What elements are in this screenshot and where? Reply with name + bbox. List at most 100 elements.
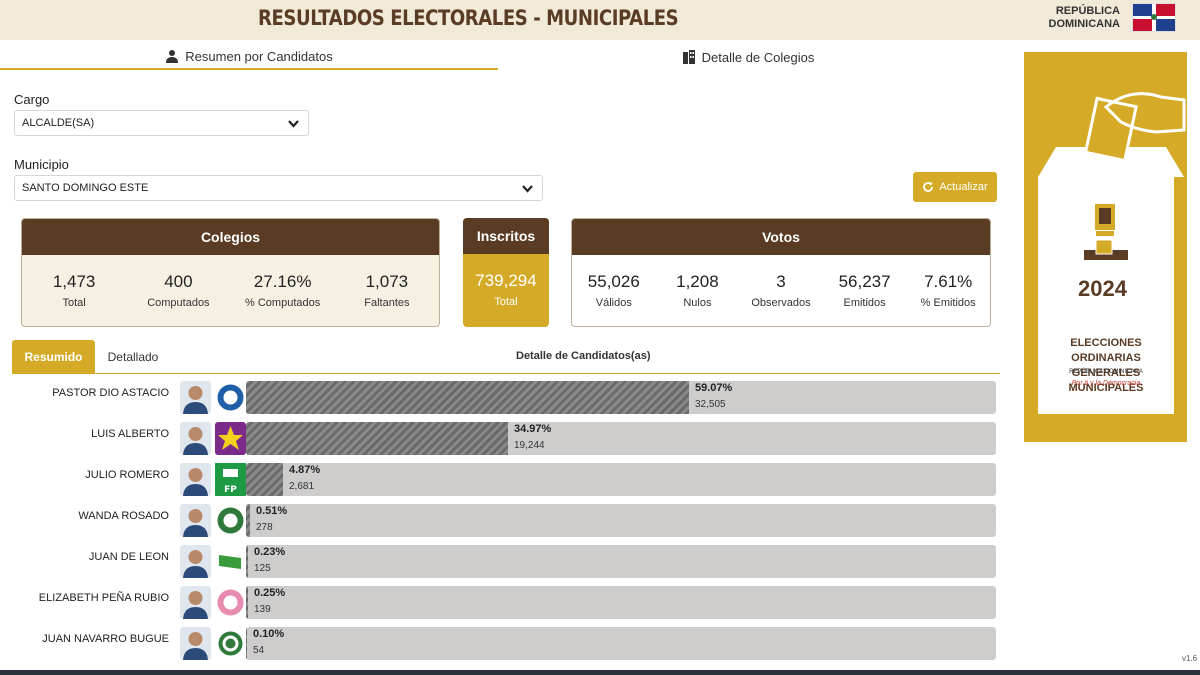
result-bar-track: 34.97% 19,244 bbox=[246, 422, 996, 455]
detalle-candidatos-title: Detalle de Candidatos(as) bbox=[516, 350, 651, 362]
party-circle-icon bbox=[215, 381, 246, 414]
candidate-name: ELIZABETH PEÑA RUBIO bbox=[38, 592, 169, 604]
tab-label: Detalle de Colegios bbox=[701, 49, 815, 65]
banner-country: REPÚBLICA DOMINICANA bbox=[1069, 369, 1143, 375]
colegios-faltantes: 1,073 Faltantes bbox=[364, 272, 410, 309]
cargo-value: ALCALDE(SA) bbox=[22, 117, 95, 129]
colegios-pct-computados: 27.16%% Computados bbox=[245, 272, 321, 309]
ballot-icon bbox=[1084, 240, 1128, 260]
candidate-name: WANDA ROSADO bbox=[78, 510, 169, 522]
candidate-row: LUIS ALBERTO 34.97% 19,244 bbox=[0, 422, 1000, 458]
municipio-select[interactable]: SANTO DOMINGO ESTE bbox=[14, 175, 543, 201]
candidate-photo bbox=[180, 381, 211, 414]
building-icon bbox=[682, 50, 695, 64]
jce-emblem-icon bbox=[1095, 204, 1115, 236]
chevron-down-icon bbox=[522, 185, 533, 193]
party-circle-icon bbox=[215, 586, 246, 619]
result-bar-fill bbox=[246, 627, 247, 660]
candidate-photo bbox=[180, 545, 211, 578]
candidate-row: ELIZABETH PEÑA RUBIO 0.25% 139 bbox=[0, 586, 1000, 622]
candidate-photo bbox=[180, 627, 211, 660]
result-bar-track: 0.10% 54 bbox=[246, 627, 996, 660]
colegios-total: 1,473 Total bbox=[52, 272, 96, 309]
candidate-photo bbox=[180, 504, 211, 537]
candidate-name: JULIO ROMERO bbox=[85, 469, 169, 481]
tab-label: Resumen por Candidatos bbox=[185, 48, 333, 64]
tab-detallado[interactable]: Detallado bbox=[97, 340, 169, 373]
result-bar-fill bbox=[246, 422, 508, 455]
result-bar-track: 4.87% 2,681 bbox=[246, 463, 996, 496]
result-bar-track: 59.07% 32,505 bbox=[246, 381, 996, 414]
result-votes: 19,244 bbox=[514, 440, 545, 451]
result-percent: 0.23% bbox=[254, 546, 286, 558]
inscritos-card: Inscritos 739,294 Total bbox=[463, 218, 549, 327]
result-percent: 0.25% bbox=[254, 587, 286, 599]
banner-title: ELECCIONES ORDINARIAS GENERALES MUNICIPA… bbox=[1068, 337, 1144, 394]
person-icon bbox=[166, 50, 179, 63]
version-label: v1.6 bbox=[1182, 654, 1198, 663]
votos-card: Votos 55,026 Válidos 1,208 Nulos 3 Observad… bbox=[571, 218, 991, 327]
ballot-box-hand-icon bbox=[1038, 92, 1186, 177]
result-bar-fill bbox=[246, 504, 250, 537]
candidate-row: JUAN DE LEON 0.23% 125 bbox=[0, 545, 1000, 581]
result-votes: 125 bbox=[254, 563, 271, 574]
result-bar-fill bbox=[246, 381, 689, 414]
candidate-name: PASTOR DIO ASTACIO bbox=[52, 387, 169, 399]
candidate-name: JUAN NAVARRO BUGUE bbox=[42, 633, 169, 645]
colegios-title: Colegios bbox=[22, 219, 439, 255]
colegios-computados: 400 Computados bbox=[147, 272, 210, 309]
votos-title: Votos bbox=[572, 219, 990, 255]
actualizar-button[interactable]: Actualizar bbox=[913, 172, 997, 202]
result-percent: 0.10% bbox=[253, 628, 285, 640]
banner-ballot-box: 2024 ELECCIONES ORDINARIAS GENERALES MUN… bbox=[1038, 176, 1174, 414]
result-votes: 139 bbox=[254, 604, 271, 615]
tab-resumido[interactable]: Resumido bbox=[12, 340, 95, 373]
result-votes: 2,681 bbox=[289, 481, 315, 492]
result-bar-track: 0.23% 125 bbox=[246, 545, 996, 578]
page-title: RESULTADOS ELECTORALES - MUNICIPALES bbox=[258, 6, 679, 30]
svg-text:FP: FP bbox=[224, 485, 237, 495]
result-bar-track: 0.25% 139 bbox=[246, 586, 996, 619]
votos-observados: 3 Observados bbox=[751, 272, 811, 309]
result-bar-track: 0.51% 278 bbox=[246, 504, 996, 537]
elecciones-banner: 2024 ELECCIONES ORDINARIAS GENERALES MUN… bbox=[1024, 52, 1187, 442]
colegios-card: Colegios 1,473 Total 400 Computados 27.16%… bbox=[21, 218, 440, 327]
votos-validos: 55,026 Válidos bbox=[587, 272, 640, 309]
chevron-down-icon bbox=[288, 120, 299, 128]
globe-icon bbox=[215, 627, 246, 660]
result-votes: 32,505 bbox=[695, 399, 726, 410]
top-header: RESULTADOS ELECTORALES - MUNICIPALES REP… bbox=[0, 0, 1200, 40]
refresh-icon bbox=[923, 182, 934, 192]
banner-slogan: Por ti y la Democracia bbox=[1071, 380, 1141, 387]
divider bbox=[12, 373, 1000, 374]
votos-emitidos: 56,237 Emitidos bbox=[838, 272, 891, 309]
flag-icon bbox=[215, 545, 246, 578]
party-circle-icon bbox=[215, 504, 246, 537]
tab-detalle-colegios[interactable]: Detalle de Colegios bbox=[498, 44, 998, 70]
bottom-bar bbox=[0, 670, 1200, 675]
candidate-name: JUAN DE LEON bbox=[88, 551, 169, 563]
result-percent: 59.07% bbox=[695, 382, 733, 394]
cargo-label: Cargo bbox=[14, 92, 50, 107]
cargo-select[interactable]: ALCALDE(SA) bbox=[14, 110, 309, 136]
result-votes: 278 bbox=[256, 522, 273, 533]
result-bar-fill bbox=[246, 586, 248, 619]
fp-logo-icon: FP bbox=[215, 463, 246, 496]
votos-nulos: 1,208 Nulos bbox=[676, 272, 719, 309]
candidate-photo bbox=[180, 463, 211, 496]
candidate-name: LUIS ALBERTO bbox=[91, 428, 169, 440]
votos-pct-emitidos: 7.61%% Emitidos bbox=[920, 272, 976, 309]
candidate-photo bbox=[180, 422, 211, 455]
candidate-row: WANDA ROSADO 0.51% 278 bbox=[0, 504, 1000, 540]
result-percent: 34.97% bbox=[514, 423, 552, 435]
candidate-row: JUAN NAVARRO BUGUE 0.10% 54 bbox=[0, 627, 1000, 663]
result-bar-fill bbox=[246, 463, 283, 496]
inscritos-title: Inscritos bbox=[463, 218, 549, 254]
candidate-row: JULIO ROMERO FP 4.87% 2,681 bbox=[0, 463, 1000, 499]
municipio-value: SANTO DOMINGO ESTE bbox=[22, 182, 149, 194]
star-icon bbox=[215, 422, 246, 455]
result-bar-fill bbox=[246, 545, 248, 578]
tab-resumen-candidatos[interactable]: Resumen por Candidatos bbox=[0, 44, 498, 70]
candidate-row: PASTOR DIO ASTACIO 59.07% 32,505 bbox=[0, 381, 1000, 417]
municipio-label: Municipio bbox=[14, 157, 69, 172]
